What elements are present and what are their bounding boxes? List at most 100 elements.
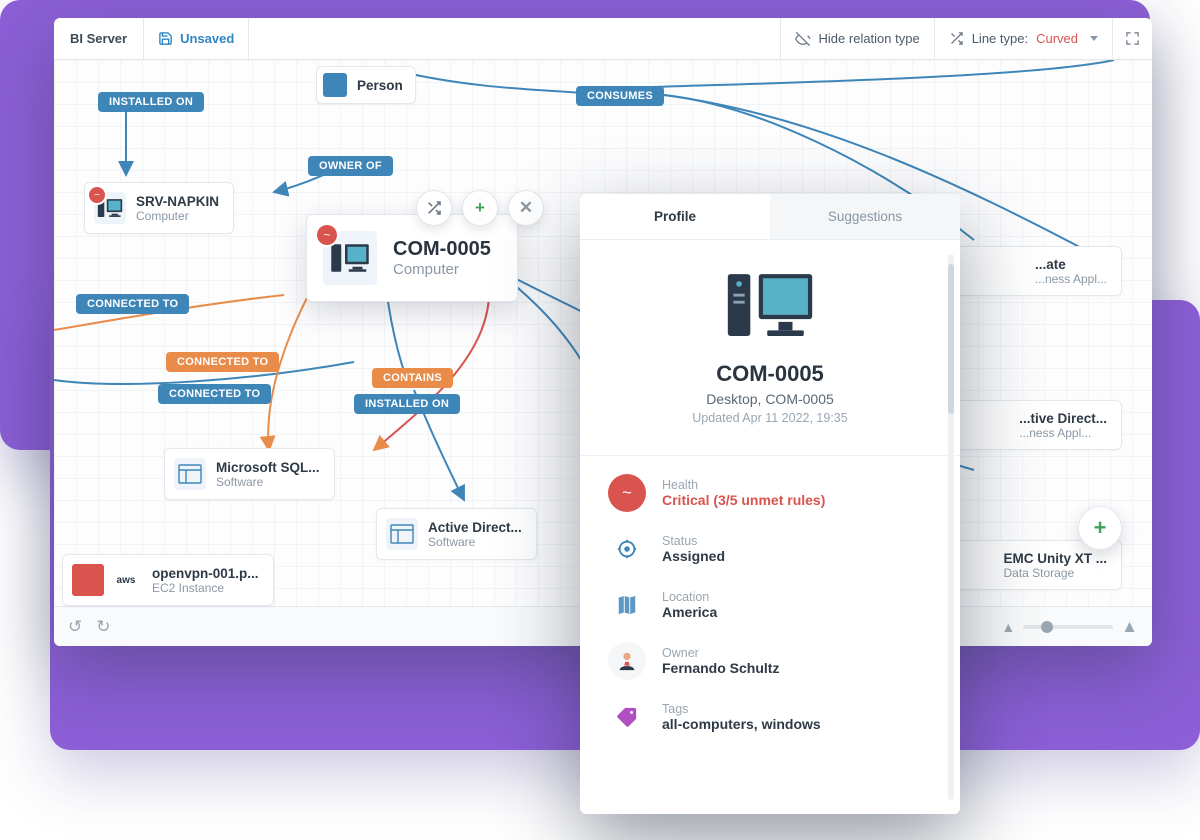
rel-connected-to-1: CONNECTED TO xyxy=(76,294,189,314)
zoom-in-icon[interactable]: ▲ xyxy=(1121,617,1138,637)
row-label: Owner xyxy=(662,646,779,660)
row-tags: Tags all-computers, windows xyxy=(608,698,932,736)
tab-bi-server[interactable]: BI Server xyxy=(54,18,144,59)
node-mssql[interactable]: Microsoft SQL... Software xyxy=(164,448,335,500)
software-icon xyxy=(174,458,206,490)
node-active-directory[interactable]: Active Direct... Software xyxy=(376,508,537,560)
row-value: Critical (3/5 unmet rules) xyxy=(662,492,825,508)
rel-consumes: CONSUMES xyxy=(576,86,664,106)
row-value: Assigned xyxy=(662,548,725,564)
software-icon xyxy=(386,518,418,550)
rel-owner-of: OWNER OF xyxy=(308,156,393,176)
node-subtitle: Data Storage xyxy=(1003,566,1107,580)
computer-icon: ~ xyxy=(94,192,126,224)
action-shuffle-button[interactable] xyxy=(416,190,452,226)
zoom-out-icon[interactable]: ▲ xyxy=(1001,619,1015,635)
row-value: America xyxy=(662,604,717,620)
row-value: all-computers, windows xyxy=(662,716,821,732)
tags-icon xyxy=(608,698,646,736)
divider xyxy=(580,455,960,456)
tab-suggestions[interactable]: Suggestions xyxy=(770,194,960,239)
node-subtitle: EC2 Instance xyxy=(152,581,259,595)
profile-panel: Profile Suggestions COM-0005 Desktop, CO… xyxy=(580,194,960,814)
person-icon xyxy=(323,73,347,97)
panel-body: COM-0005 Desktop, COM-0005 Updated Apr 1… xyxy=(580,240,960,814)
fullscreen-button[interactable] xyxy=(1112,18,1152,59)
row-owner: Owner Fernando Schultz xyxy=(608,642,932,680)
row-status: Status Assigned xyxy=(608,530,932,568)
node-title: COM-0005 xyxy=(393,238,491,261)
node-title: ...tive Direct... xyxy=(1019,411,1107,426)
node-subtitle: Software xyxy=(216,475,320,489)
folder-icon xyxy=(72,564,104,596)
chevron-down-icon xyxy=(1090,36,1098,41)
line-type-label: Line type: xyxy=(972,31,1028,46)
location-icon xyxy=(608,586,646,624)
eye-off-icon xyxy=(795,31,811,47)
line-type-value: Curved xyxy=(1036,31,1078,46)
panel-tabs: Profile Suggestions xyxy=(580,194,960,240)
fullscreen-icon xyxy=(1125,31,1140,46)
node-app-a[interactable]: ...ate ...ness Appl... xyxy=(950,246,1122,296)
rel-connected-to-3: CONNECTED TO xyxy=(158,384,271,404)
node-subtitle: ...ness Appl... xyxy=(1019,426,1107,440)
computer-icon: ~ xyxy=(323,231,377,285)
hide-relation-type-button[interactable]: Hide relation type xyxy=(780,18,934,59)
action-close-button[interactable]: ✕ xyxy=(508,190,544,226)
line-type-button[interactable]: Line type: Curved xyxy=(934,18,1112,59)
add-fab-button[interactable]: + xyxy=(1078,506,1122,550)
unsaved-indicator[interactable]: Unsaved xyxy=(144,18,249,59)
undo-button[interactable]: ↺ xyxy=(68,617,82,637)
action-add-button[interactable]: + xyxy=(462,190,498,226)
node-actions: + ✕ xyxy=(416,190,544,226)
panel-title: COM-0005 xyxy=(608,361,932,387)
unsaved-label: Unsaved xyxy=(180,31,234,46)
shuffle-icon xyxy=(949,31,964,46)
node-title: Microsoft SQL... xyxy=(216,460,320,475)
node-subtitle: Computer xyxy=(136,209,219,223)
node-title: EMC Unity XT ... xyxy=(1003,551,1107,566)
node-title: Active Direct... xyxy=(428,520,522,535)
node-person[interactable]: Person xyxy=(316,66,416,104)
health-critical-icon: ~ xyxy=(317,225,337,245)
row-label: Health xyxy=(662,478,825,492)
node-subtitle: Computer xyxy=(393,261,491,278)
computer-icon xyxy=(725,268,815,342)
zoom-control[interactable]: ▲ ▲ xyxy=(1001,617,1138,637)
node-subtitle: Software xyxy=(428,535,522,549)
row-label: Status xyxy=(662,534,725,548)
panel-header: COM-0005 Desktop, COM-0005 Updated Apr 1… xyxy=(608,268,932,425)
panel-subtitle: Desktop, COM-0005 xyxy=(608,391,932,407)
node-title: SRV-NAPKIN xyxy=(136,194,219,209)
toolbar: BI Server Unsaved Hide relation type Lin… xyxy=(54,18,1152,60)
row-location: Location America xyxy=(608,586,932,624)
zoom-slider[interactable] xyxy=(1023,625,1113,629)
save-icon xyxy=(158,31,173,46)
node-openvpn[interactable]: aws openvpn-001.p... EC2 Instance xyxy=(62,554,274,606)
node-title: openvpn-001.p... xyxy=(152,566,259,581)
node-subtitle: ...ness Appl... xyxy=(1035,272,1107,286)
row-label: Tags xyxy=(662,702,821,716)
health-critical-icon: ~ xyxy=(89,187,105,203)
row-value: Fernando Schultz xyxy=(662,660,779,676)
rel-installed-on: INSTALLED ON xyxy=(98,92,204,112)
node-com0005-selected[interactable]: ~ COM-0005 Computer xyxy=(306,214,518,302)
node-srv-napkin[interactable]: ~ SRV-NAPKIN Computer xyxy=(84,182,234,234)
rel-installed-on-2: INSTALLED ON xyxy=(354,394,460,414)
node-title: Person xyxy=(357,78,403,93)
hide-relation-type-label: Hide relation type xyxy=(819,31,920,46)
node-title: ...ate xyxy=(1035,257,1107,272)
owner-icon xyxy=(608,642,646,680)
node-app-b[interactable]: ...tive Direct... ...ness Appl... xyxy=(950,400,1122,450)
tab-profile[interactable]: Profile xyxy=(580,194,770,239)
panel-scrollbar[interactable] xyxy=(948,254,954,800)
rel-contains: CONTAINS xyxy=(372,368,453,388)
redo-button[interactable]: ↻ xyxy=(96,617,110,637)
row-label: Location xyxy=(662,590,717,604)
aws-icon: aws xyxy=(110,564,142,596)
rel-connected-to-2: CONNECTED TO xyxy=(166,352,279,372)
panel-updated: Updated Apr 11 2022, 19:35 xyxy=(608,411,932,425)
status-icon xyxy=(608,530,646,568)
health-icon: ~ xyxy=(608,474,646,512)
row-health: ~ Health Critical (3/5 unmet rules) xyxy=(608,474,932,512)
